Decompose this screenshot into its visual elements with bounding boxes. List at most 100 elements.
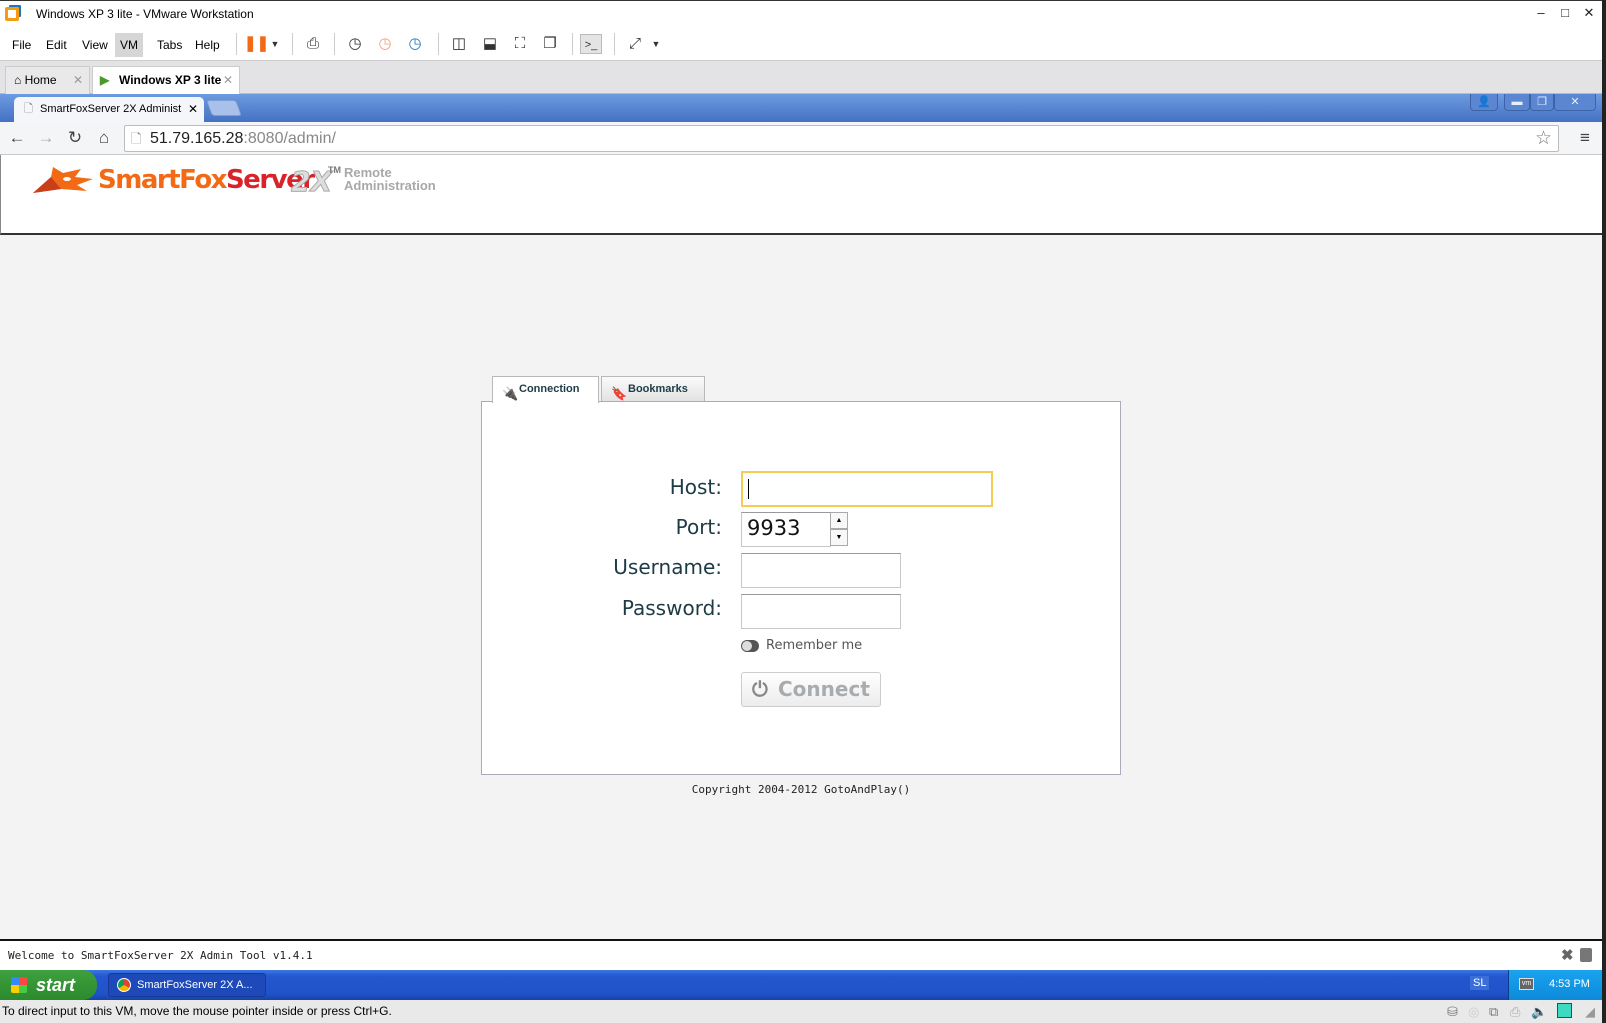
power-icon: ⏻ <box>752 677 768 701</box>
port-input[interactable]: 9933 <box>741 512 831 547</box>
menu-edit[interactable]: Edit <box>41 33 72 57</box>
vmware-tools-icon[interactable]: vm <box>1519 978 1534 990</box>
host-input[interactable] <box>741 471 993 507</box>
page-icon: 🗋 <box>24 103 33 115</box>
menu-file[interactable]: File <box>7 33 36 57</box>
sound-icon[interactable]: 🔈 <box>1531 1004 1547 1020</box>
logo-subtitle: Remote Administration <box>344 165 436 193</box>
port-label: Port: <box>675 515 722 539</box>
menu-vm[interactable]: VM <box>115 33 143 57</box>
menu-help[interactable]: Help <box>190 33 225 57</box>
menu-icon[interactable]: ≡ <box>1574 127 1596 149</box>
clock: 4:53 PM <box>1549 978 1590 990</box>
vmware-tab-bar: ⌂ Home ✕ ▶ Windows XP 3 lite ✕ <box>0 61 1602 94</box>
browser-close-button[interactable]: ✕ <box>1554 94 1596 111</box>
full-screen-icon[interactable]: ⛶ <box>509 34 531 54</box>
browser-restore-button[interactable]: ❐ <box>1530 94 1554 111</box>
menu-view[interactable]: View <box>77 33 113 57</box>
stretch-icon[interactable]: ⤢ <box>624 34 646 54</box>
unity-icon[interactable]: ❐ <box>539 34 561 54</box>
port-increment-button[interactable]: ▲ <box>830 512 848 529</box>
forward-icon[interactable]: → <box>35 127 57 149</box>
username-input[interactable] <box>741 553 901 588</box>
logo-trademark: TM <box>328 165 341 175</box>
close-tab-icon[interactable]: ✕ <box>73 67 83 93</box>
page-header: SmartFoxServer 2X TM Remote Administratio… <box>0 155 1602 235</box>
printer-icon[interactable]: ⎙ <box>1510 1004 1520 1020</box>
sidebar-icon[interactable]: ◫ <box>448 34 470 54</box>
tab-windows-xp[interactable]: ▶ Windows XP 3 lite ✕ <box>92 66 240 94</box>
admin-page: SmartFoxServer 2X TM Remote Administratio… <box>0 155 1602 939</box>
start-button[interactable]: start <box>0 970 97 1000</box>
address-bar-row: ← → ↻ ⌂ 🗋 51.79.165.28:8080/admin/ ☆ ≡ <box>0 122 1602 155</box>
tab-label: Home <box>24 73 57 87</box>
close-icon[interactable]: ✖ <box>1561 946 1574 964</box>
new-tab-button[interactable] <box>206 100 242 116</box>
resize-grip-icon[interactable]: ◢ <box>1585 1004 1595 1020</box>
tab-connection[interactable]: 🔌 Connection <box>492 376 599 403</box>
remember-me-toggle[interactable] <box>741 640 759 652</box>
log-icon[interactable] <box>1580 948 1592 962</box>
profile-icon[interactable]: 👤 <box>1470 94 1498 111</box>
pause-icon[interactable]: ❚❚ <box>244 34 269 54</box>
network-icon[interactable]: ⧉ <box>1489 1004 1498 1020</box>
close-tab-icon[interactable]: ✕ <box>223 67 233 93</box>
maximize-button[interactable]: □ <box>1555 5 1575 23</box>
tab-home[interactable]: ⌂ Home ✕ <box>5 66 90 94</box>
vmware-window: Windows XP 3 lite - VMware Workstation –… <box>0 0 1602 1023</box>
login-panel: Host: Port: 9933 ▲ ▼ Username: Password:… <box>481 401 1121 775</box>
taskbar-item-chrome[interactable]: SmartFoxServer 2X A... <box>108 973 266 997</box>
browser-tab[interactable]: 🗋 SmartFoxServer 2X Administ ✕ <box>14 97 204 122</box>
tab-bookmarks[interactable]: 🔖 Bookmarks <box>601 376 705 402</box>
minimize-button[interactable]: – <box>1531 5 1551 23</box>
url-input[interactable]: 🗋 51.79.165.28:8080/admin/ ☆ <box>124 125 1559 152</box>
browser-minimize-button[interactable]: ▬ <box>1504 94 1530 111</box>
status-message: Welcome to SmartFoxServer 2X Admin Tool … <box>8 949 313 962</box>
snapshot-manager-icon[interactable]: ◷ <box>404 34 426 54</box>
close-tab-icon[interactable]: ✕ <box>188 97 198 121</box>
chevron-down-icon[interactable]: ▼ <box>264 34 286 54</box>
reload-icon[interactable]: ↻ <box>64 127 86 149</box>
thumbnail-bar-icon[interactable]: ⬓ <box>479 34 501 54</box>
logo-text: SmartFoxServer <box>98 165 315 195</box>
console-view-icon[interactable]: >_ <box>580 34 602 54</box>
window-title: Windows XP 3 lite - VMware Workstation <box>36 7 254 21</box>
logo-version: 2X <box>290 165 333 199</box>
hard-disk-icon[interactable]: ⛁ <box>1447 1004 1458 1020</box>
admin-status-bar: Welcome to SmartFoxServer 2X Admin Tool … <box>0 939 1602 970</box>
vmware-status-bar: To direct input to this VM, move the mou… <box>0 1000 1602 1023</box>
language-indicator[interactable]: SL <box>1470 976 1490 990</box>
snapshot-icon[interactable]: ◷ <box>344 34 366 54</box>
host-label: Host: <box>669 475 722 499</box>
port-decrement-button[interactable]: ▼ <box>830 529 848 546</box>
browser-tab-strip: 🗋 SmartFoxServer 2X Administ ✕ 👤 ▬ ❐ ✕ <box>0 94 1602 122</box>
xp-taskbar: start SmartFoxServer 2X A... SL vm 4:53 … <box>0 970 1602 1000</box>
fox-logo-icon <box>33 167 93 193</box>
vm-running-icon: ▶ <box>100 73 110 87</box>
cd-icon[interactable]: ◎ <box>1468 1004 1479 1020</box>
message-log-icon[interactable] <box>1557 1003 1572 1018</box>
remember-me-label[interactable]: Remember me <box>766 638 862 653</box>
url-host: 51.79.165.28 <box>150 130 244 147</box>
chevron-down-icon[interactable]: ▼ <box>645 34 667 54</box>
revert-snapshot-icon[interactable]: ◷ <box>374 34 396 54</box>
home-icon[interactable]: ⌂ <box>93 127 115 149</box>
close-button[interactable]: ✕ <box>1579 5 1599 23</box>
windows-logo-icon <box>11 977 27 993</box>
browser-tab-title: SmartFoxServer 2X Administ <box>40 103 182 115</box>
back-icon[interactable]: ← <box>6 127 28 149</box>
system-tray: vm 4:53 PM <box>1508 970 1602 1000</box>
vmware-logo-icon <box>5 7 19 21</box>
connect-button[interactable]: ⏻ Connect <box>741 672 881 707</box>
password-label: Password: <box>621 596 722 620</box>
title-bar: Windows XP 3 lite - VMware Workstation –… <box>0 0 1602 27</box>
copyright: Copyright 2004-2012 GotoAndPlay() <box>691 783 911 796</box>
password-input[interactable] <box>741 594 901 629</box>
tab-label: Windows XP 3 lite <box>119 73 222 87</box>
plug-icon: 🔌 <box>502 386 519 401</box>
menu-tabs[interactable]: Tabs <box>152 33 187 57</box>
vm-status-text: To direct input to this VM, move the mou… <box>2 1004 392 1018</box>
bookmark-star-icon[interactable]: ☆ <box>1535 127 1552 150</box>
url-path: :8080/admin/ <box>243 130 336 147</box>
send-ctrl-alt-del-icon[interactable]: ⎙ <box>302 34 324 54</box>
